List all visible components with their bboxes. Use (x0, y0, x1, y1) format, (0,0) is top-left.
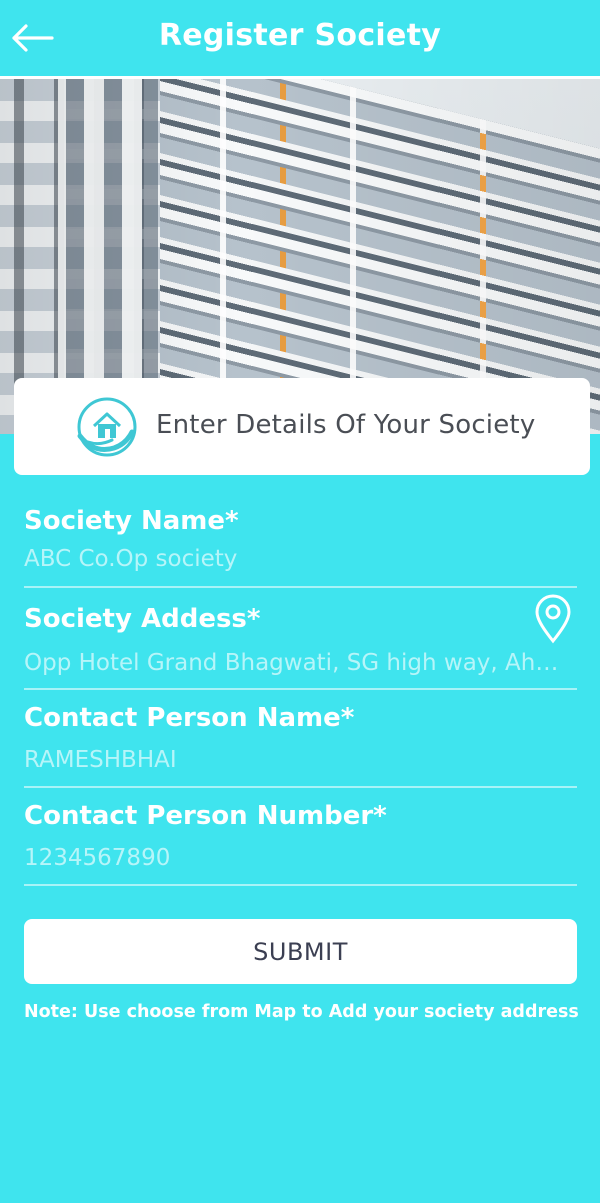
pick-location-button[interactable] (533, 594, 573, 644)
society-name-input[interactable] (24, 546, 564, 572)
app-bar: Register Society (0, 0, 600, 76)
society-details-card: Enter Details Of Your Society (14, 378, 590, 475)
society-address-input[interactable] (24, 650, 564, 676)
contact-person-number-field[interactable]: Contact Person Number* (24, 801, 577, 886)
page-title: Register Society (158, 18, 442, 53)
society-name-label: Society Name* (24, 506, 239, 536)
contact-person-name-input[interactable] (24, 747, 564, 773)
society-address-label: Society Addess* (24, 604, 261, 634)
location-pin-icon (535, 594, 571, 644)
society-name-field[interactable]: Society Name* (24, 506, 577, 588)
society-address-field[interactable]: Society Addess* (24, 594, 577, 690)
card-title: Enter Details Of Your Society (156, 410, 536, 440)
contact-person-number-input[interactable] (24, 845, 564, 871)
contact-person-name-label: Contact Person Name* (24, 703, 355, 733)
address-note: Note: Use choose from Map to Add your so… (24, 1002, 579, 1022)
contact-person-number-label: Contact Person Number* (24, 801, 387, 831)
submit-button[interactable]: SUBMIT (24, 919, 577, 984)
home-hand-icon (77, 397, 137, 457)
contact-person-name-field[interactable]: Contact Person Name* (24, 703, 577, 788)
